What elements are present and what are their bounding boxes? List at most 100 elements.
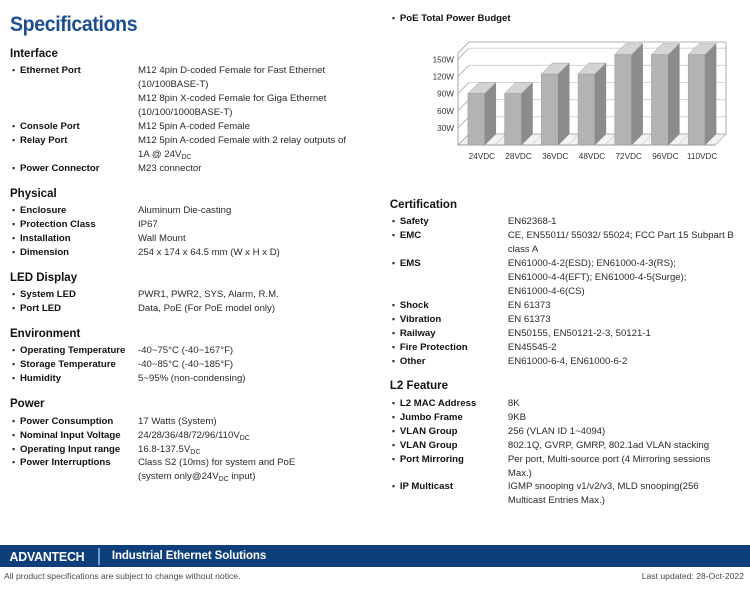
spec-row: Port Mirroring Per port, Multi-source por… — [390, 453, 742, 481]
bullet-icon — [390, 215, 400, 229]
bullet-icon — [10, 443, 20, 457]
spec-section: Power Power Consumption 17 Watts (System) N… — [10, 397, 384, 484]
spec-section: Certification Safety EN62368-1 EMC CE, EN550… — [390, 198, 742, 369]
spec-label: Dimension — [20, 246, 70, 258]
bullet-icon — [10, 120, 20, 134]
right-sections: Certification Safety EN62368-1 EMC CE, EN550… — [390, 198, 742, 508]
chart-axis-tick — [457, 65, 470, 77]
bullet-icon — [10, 358, 20, 372]
specifications-page: Specifications Interface Ethernet Port M12… — [0, 0, 750, 545]
chart-bar — [504, 93, 522, 146]
spec-row: Protection Class IP67 — [10, 218, 384, 232]
bullet-icon — [10, 134, 20, 148]
spec-section: LED Display System LED PWR1, PWR2, SYS, Al… — [10, 271, 384, 316]
chart-xtick-label: 24VDC — [469, 152, 495, 161]
section-title: Certification — [389, 198, 457, 211]
spec-value: 24/28/36/48/72/96/110VDC — [138, 429, 250, 442]
chart-bar — [651, 54, 669, 146]
spec-value: EN 61373 — [507, 313, 551, 325]
spec-label: Power Consumption — [20, 415, 114, 427]
spec-row: EMS EN61000-4-2(ESD); EN61000-4-3(RS);EN6… — [390, 257, 742, 299]
spec-value: 9KB — [507, 411, 527, 423]
spec-section: Interface Ethernet Port M12 4pin D-coded F… — [10, 47, 384, 176]
spec-row: L2 MAC Address 8K — [390, 397, 742, 411]
chart-bar-side — [594, 62, 607, 146]
bullet-icon — [10, 64, 20, 78]
chart-axis-tick — [457, 99, 470, 111]
spec-section: PhysicalEnclosureAluminum Die-castingPro… — [10, 187, 384, 260]
bullet-icon — [10, 204, 20, 218]
spec-row: Dimension 254 x 174 x 64.5 mm (W x H x D) — [10, 246, 384, 260]
subscript-dc: DC — [190, 448, 201, 456]
bullet-icon — [390, 439, 400, 453]
spec-row: Storage Temperature -40~85°C (-40~185°F) — [10, 358, 384, 372]
spec-label: Operating Input range — [20, 443, 121, 455]
footer-disclaimer: All product specifications are subject t… — [4, 571, 241, 581]
chart-bar — [540, 73, 559, 146]
bullet-icon — [390, 299, 400, 313]
spec-value: Class S2 (10ms) for system and PoE (syste… — [138, 457, 296, 484]
chart-heading: PoE Total Power Budget — [390, 12, 742, 26]
bullet-icon — [390, 411, 400, 425]
spec-label: L2 MAC Address — [399, 397, 477, 409]
spec-label: Protection Class — [20, 219, 96, 230]
spec-row: VLAN Group 256 (VLAN ID 1~4094) — [390, 425, 742, 439]
chart-bar — [577, 73, 596, 146]
chart-xtick-label: 110VDC — [687, 152, 717, 161]
spec-row: Enclosure Aluminum Die-casting — [10, 204, 384, 218]
spec-label: Port LED — [20, 303, 62, 315]
chart-axis-tick — [457, 47, 470, 60]
spec-row: Installation Wall Mount — [10, 232, 384, 246]
spec-value: 256 (VLAN ID 1~4094) — [507, 425, 606, 437]
chart-xtick-label: 72VDC — [615, 152, 641, 161]
spec-row: Port LED Data, PoE (For PoE model only) — [10, 302, 384, 316]
spec-row: Operating Input range 16.8-137.5VDC — [10, 443, 384, 457]
spec-value: EN45545-2 — [507, 341, 557, 353]
spec-value: 254 x 174 x 64.5 mm (W x H x D) — [138, 246, 280, 258]
spec-row: Power Consumption 17 Watts (System) — [10, 415, 384, 429]
chart-ytick-label: 60W — [437, 107, 454, 116]
right-column: PoE Total Power Budget 30W 60W 90W 120W 150W… — [384, 12, 742, 519]
spec-row: Nominal Input Voltage 24/28/36/48/72/96/1… — [10, 429, 384, 443]
bullet-icon — [390, 397, 400, 411]
bullet-icon — [390, 453, 400, 467]
spec-label: Console Port — [20, 121, 80, 132]
spec-label: Safety — [399, 216, 429, 228]
spec-label: EMS — [399, 258, 421, 270]
spec-value: -40~75°C (-40~167°F) — [138, 345, 234, 357]
subscript-dc: DC — [218, 476, 229, 484]
bullet-icon — [10, 288, 20, 302]
spec-row: Relay Port M12 5pin A-coded Female with 2… — [10, 134, 384, 162]
spec-value: EN 61373 — [507, 299, 551, 311]
spec-row: Vibration EN 61373 — [390, 313, 742, 327]
chart-ytick-label: 90W — [437, 90, 454, 99]
spec-row: Power Connector M23 connector — [10, 162, 384, 176]
chart-ytick-label: 120W — [432, 72, 454, 81]
bullet-icon — [390, 480, 400, 494]
bullet-icon — [10, 415, 20, 429]
bullet-icon — [10, 246, 20, 260]
spec-label: VLAN Group — [399, 425, 458, 437]
spec-section: L2 Feature L2 MAC Address 8K Jumbo Frame 9KB… — [390, 379, 742, 508]
spec-value: Aluminum Die-casting — [138, 205, 232, 217]
spec-label: Operating Temperature — [20, 345, 126, 357]
footer-divider — [97, 547, 100, 565]
spec-value: M12 5pin A-coded Female with 2 relay out… — [138, 134, 346, 161]
spec-label: Jumbo Frame — [399, 411, 463, 423]
spec-value: IP67 — [138, 219, 158, 230]
left-sections: Interface Ethernet Port M12 4pin D-coded F… — [10, 47, 384, 484]
spec-label: Relay Port — [20, 134, 68, 146]
bullet-icon — [10, 302, 20, 316]
spec-value: M12 4pin D-coded Female for Fast Etherne… — [138, 65, 327, 119]
spec-row: Jumbo Frame 9KB — [390, 411, 742, 425]
spec-value: 8K — [507, 397, 520, 409]
two-column-layout: Specifications Interface Ethernet Port M12… — [8, 12, 742, 519]
bullet-icon — [390, 229, 400, 243]
chart-xtick-label: 36VDC — [542, 152, 568, 161]
bullet-icon — [390, 425, 400, 439]
chart-xtick-label: 28VDC — [505, 152, 531, 161]
spec-label: Storage Temperature — [20, 359, 116, 371]
chart-title: PoE Total Power Budget — [399, 13, 511, 24]
spec-row: Shock EN 61373 — [390, 299, 742, 313]
chart-axis-tick — [457, 116, 470, 129]
